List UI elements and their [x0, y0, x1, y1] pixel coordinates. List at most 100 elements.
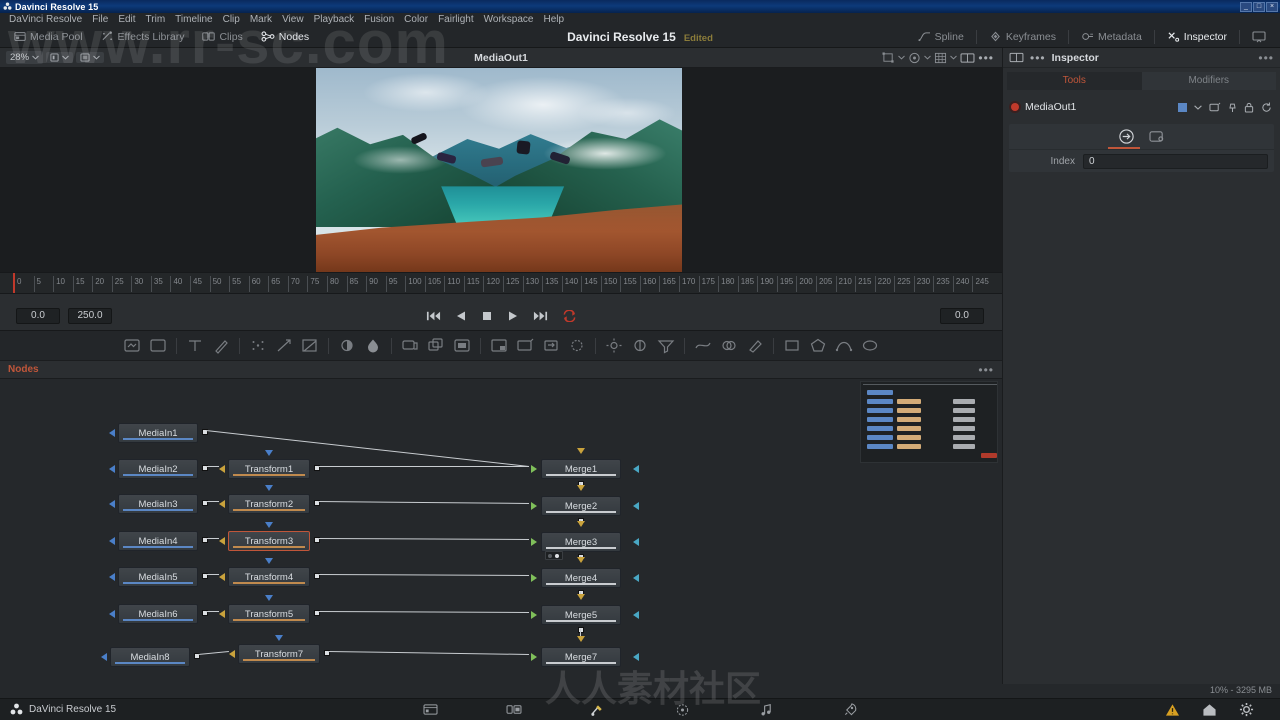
inspector-options-icon[interactable]: •••	[1030, 51, 1046, 65]
chevron-down-icon[interactable]	[898, 55, 906, 60]
transform-tool-icon[interactable]	[882, 51, 895, 64]
grid-icon[interactable]	[934, 52, 947, 64]
media-in-icon[interactable]	[119, 335, 145, 357]
node-mask-input-arrow[interactable]	[265, 595, 273, 601]
split-view-icon[interactable]	[960, 52, 975, 64]
viewer-lut-dropdown[interactable]	[76, 52, 105, 63]
node-background-input-arrow[interactable]	[531, 502, 537, 510]
node-mediain8[interactable]: MediaIn8	[110, 647, 190, 667]
toolbar-clips[interactable]: Clips	[194, 29, 250, 45]
toolbar-media-pool[interactable]: Media Pool	[6, 29, 91, 45]
resize-icon[interactable]	[538, 335, 564, 357]
ellipse-mask-icon[interactable]	[857, 335, 883, 357]
transform-icon[interactable]	[512, 335, 538, 357]
menu-view[interactable]: View	[277, 13, 309, 26]
node-mask-input-arrow[interactable]	[265, 485, 273, 491]
reset-icon[interactable]	[1261, 102, 1272, 113]
settings-icon[interactable]	[1148, 129, 1166, 144]
tab-tools[interactable]: Tools	[1007, 72, 1142, 90]
menu-playback[interactable]: Playback	[309, 13, 360, 26]
node-input-arrow[interactable]	[219, 465, 225, 473]
node-graph-minimap[interactable]	[860, 381, 998, 463]
node-input-arrow[interactable]	[219, 610, 225, 618]
edit-page-button[interactable]	[503, 701, 525, 719]
index-input[interactable]: 0	[1083, 153, 1268, 169]
close-button[interactable]: ×	[1266, 1, 1278, 12]
toolbar-keyframes[interactable]: Keyframes	[979, 29, 1066, 45]
node-input-arrow[interactable]	[109, 465, 115, 473]
viewer-zoom-dropdown[interactable]: 28%	[6, 51, 44, 64]
node-foreground-input-arrow[interactable]	[577, 557, 585, 563]
deliver-page-button[interactable]	[839, 701, 861, 719]
node-mediain1[interactable]: MediaIn1	[118, 423, 198, 443]
home-icon[interactable]	[1202, 703, 1217, 717]
node-input-arrow[interactable]	[109, 429, 115, 437]
toolbar-metadata[interactable]: Metadata	[1071, 29, 1152, 45]
bspline-mask-icon[interactable]	[831, 335, 857, 357]
background-icon[interactable]	[145, 335, 171, 357]
node-color-chip[interactable]	[1178, 102, 1187, 112]
node-input-arrow[interactable]	[219, 537, 225, 545]
minimize-button[interactable]: _	[1240, 1, 1252, 12]
menu-mark[interactable]: Mark	[245, 13, 277, 26]
menu-edit[interactable]: Edit	[113, 13, 140, 26]
paint-node-icon[interactable]	[742, 335, 768, 357]
mask-icon[interactable]	[627, 335, 653, 357]
toolbar-panel-toggle[interactable]	[1242, 29, 1276, 45]
node-transform2[interactable]: Transform2	[228, 494, 310, 514]
node-mediain6[interactable]: MediaIn6	[118, 604, 198, 624]
toolbar-effects-library[interactable]: Effects Library	[93, 29, 193, 45]
chevron-down-icon[interactable]	[1194, 104, 1202, 110]
tab-modifiers[interactable]: Modifiers	[1142, 72, 1277, 90]
node-foreground-input-arrow[interactable]	[577, 485, 585, 491]
pin-icon[interactable]	[1228, 102, 1237, 113]
node-transform1[interactable]: Transform1	[228, 459, 310, 479]
menu-timeline[interactable]: Timeline	[170, 13, 217, 26]
skip-to-start-button[interactable]	[426, 310, 441, 322]
rectangle-mask-icon[interactable]	[779, 335, 805, 357]
panel-options-icon[interactable]: •••	[1258, 51, 1274, 65]
node-merge1[interactable]: Merge1	[541, 459, 621, 479]
node-foreground-input-arrow[interactable]	[577, 521, 585, 527]
panel-options-icon[interactable]: •••	[978, 363, 994, 377]
maximize-button[interactable]: □	[1253, 1, 1265, 12]
node-mask-input-arrow[interactable]	[275, 635, 283, 641]
fairlight-page-button[interactable]	[755, 701, 777, 719]
dual-panel-icon[interactable]	[1009, 52, 1024, 63]
timeline-ruler[interactable]: 0 5 10 15 20 25 30 35 40 45 50 55 60 65 70 75 80 85 90 95 10…	[0, 272, 1002, 294]
chevron-down-icon[interactable]	[950, 55, 958, 60]
color-corrector-icon[interactable]	[360, 335, 386, 357]
node-mask-input-arrow[interactable]	[265, 522, 273, 528]
output-icon[interactable]	[1118, 128, 1135, 145]
paint-icon[interactable]	[208, 335, 234, 357]
menu-clip[interactable]: Clip	[218, 13, 245, 26]
node-input-arrow[interactable]	[109, 610, 115, 618]
skip-to-end-button[interactable]	[533, 310, 548, 322]
node-merge5[interactable]: Merge5	[541, 605, 621, 625]
node-merge2[interactable]: Merge2	[541, 496, 621, 516]
stop-button[interactable]	[481, 310, 493, 322]
node-output-arrow[interactable]	[633, 465, 639, 473]
toolbar-nodes[interactable]: Nodes	[253, 29, 317, 45]
node-input-arrow[interactable]	[229, 650, 235, 658]
matte-control-icon[interactable]	[449, 335, 475, 357]
node-mask-input-arrow[interactable]	[265, 558, 273, 564]
node-mediain4[interactable]: MediaIn4	[118, 531, 198, 551]
toolbar-spline[interactable]: Spline	[908, 29, 974, 45]
node-foreground-input-arrow[interactable]	[577, 636, 585, 642]
viewer-canvas[interactable]	[0, 68, 1002, 272]
media-page-button[interactable]	[419, 701, 441, 719]
node-input-arrow[interactable]	[109, 500, 115, 508]
settings-gear-icon[interactable]	[1239, 702, 1254, 717]
text-plus-icon[interactable]	[182, 335, 208, 357]
fusion-page-button[interactable]	[587, 701, 609, 719]
node-output-arrow[interactable]	[633, 538, 639, 546]
color-page-button[interactable]	[671, 701, 693, 719]
node-output-arrow[interactable]	[633, 653, 639, 661]
node-input-arrow[interactable]	[219, 573, 225, 581]
node-input-arrow[interactable]	[101, 653, 107, 661]
node-link-port[interactable]	[578, 627, 584, 633]
node-output-arrow[interactable]	[633, 611, 639, 619]
duplicate-icon[interactable]	[423, 335, 449, 357]
channel-boolean-icon[interactable]	[716, 335, 742, 357]
